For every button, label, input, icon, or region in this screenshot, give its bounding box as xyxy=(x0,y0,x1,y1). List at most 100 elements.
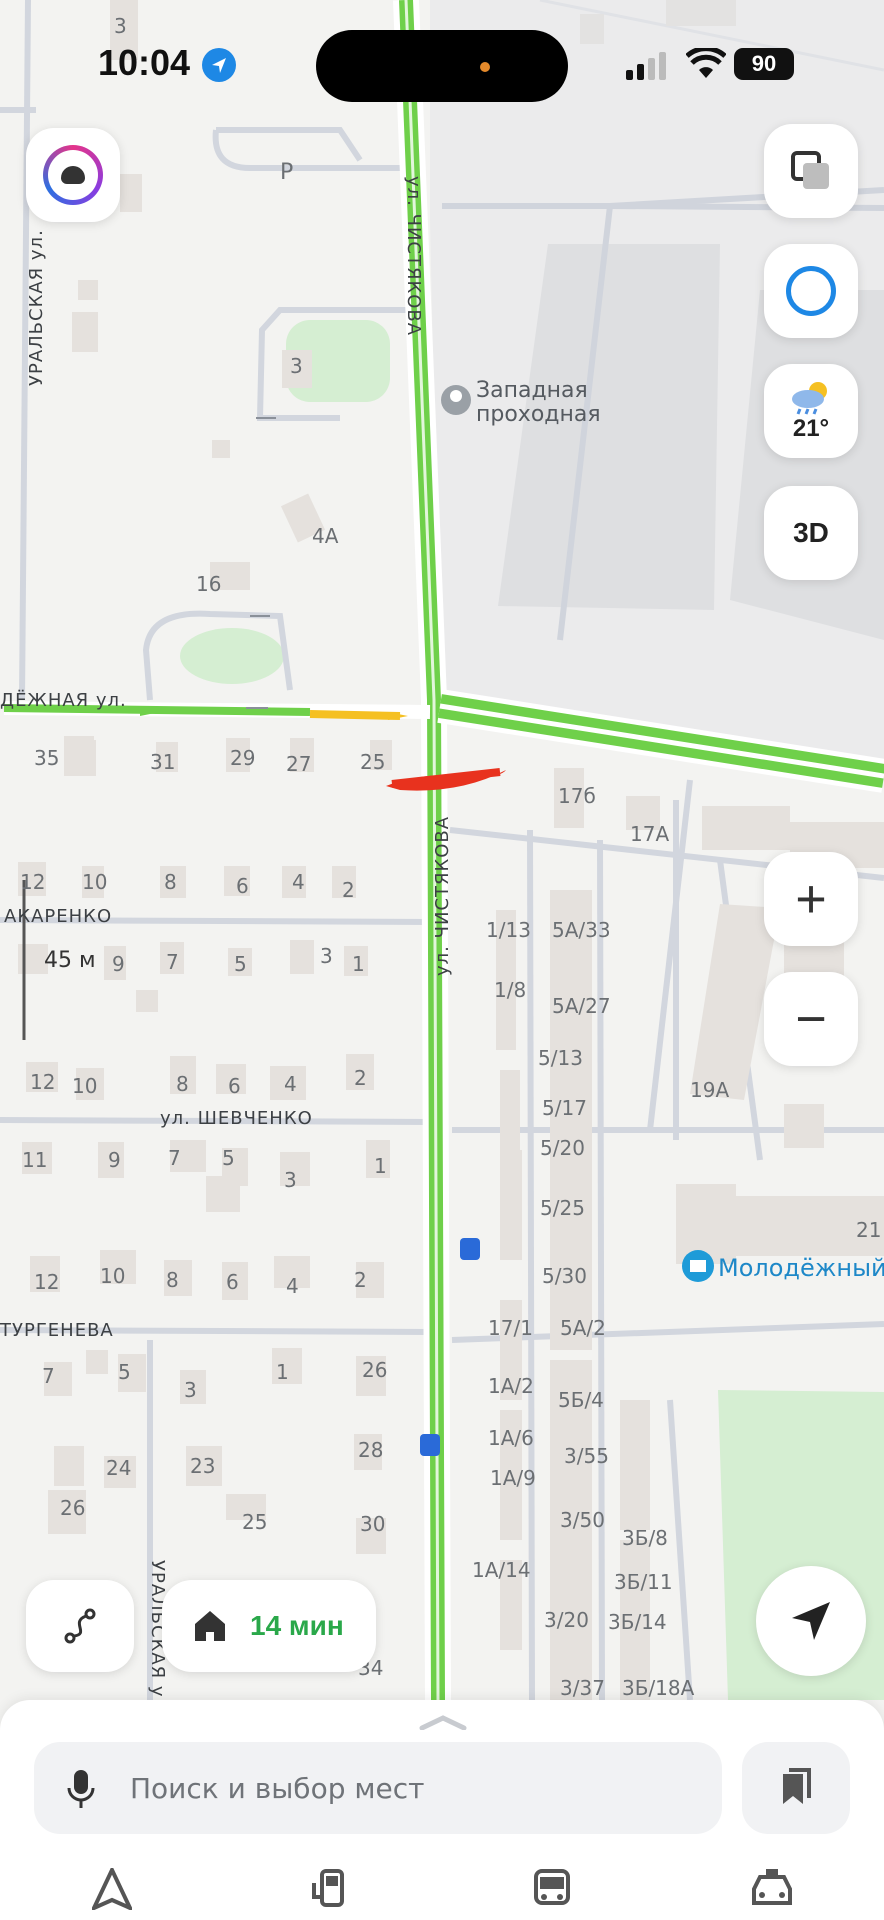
house-number: 3 xyxy=(290,354,303,378)
house-number: 3/37 xyxy=(560,1676,605,1700)
house-number: 4 xyxy=(284,1072,297,1096)
bookmarks-button[interactable] xyxy=(742,1742,850,1834)
tab-navigator[interactable] xyxy=(82,1864,142,1914)
house-number: 3 xyxy=(320,944,333,968)
house-number: 5/20 xyxy=(540,1136,585,1160)
bottom-panel: Поиск и выбор мест xyxy=(0,1700,884,1920)
house-number: 11 xyxy=(22,1148,48,1172)
house-number: 17б xyxy=(558,784,596,808)
weather-button[interactable]: 21° xyxy=(764,364,858,458)
house-number: 1/13 xyxy=(486,918,531,942)
house-number: 12 xyxy=(34,1270,60,1294)
route-eta: 14 мин xyxy=(250,1610,344,1641)
house-number: 26 xyxy=(60,1496,86,1520)
poi-label[interactable]: Западная xyxy=(476,378,588,403)
search-input[interactable]: Поиск и выбор мест xyxy=(34,1742,722,1834)
street-label-uralskaya: УРАЛЬСКАЯ ул. xyxy=(26,229,47,386)
cellular-signal-icon xyxy=(626,50,670,85)
house-number: 3 xyxy=(184,1378,197,1402)
house-number: 5/30 xyxy=(542,1264,587,1288)
house-number: 16 xyxy=(196,572,222,596)
tab-taxi[interactable] xyxy=(742,1864,802,1914)
house-number: 17/1 xyxy=(488,1316,533,1340)
house-number: 3Б/18А xyxy=(622,1676,695,1700)
house-number: 5/17 xyxy=(542,1096,587,1120)
house-number: 6 xyxy=(236,874,249,898)
house-number: 2 xyxy=(354,1066,367,1090)
house-number: 1А/6 xyxy=(488,1426,534,1450)
minus-icon: − xyxy=(795,989,827,1049)
wifi-icon xyxy=(685,46,727,85)
street-label-makarenko: АКАРЕНКО xyxy=(4,906,113,927)
house-number: 10 xyxy=(82,870,108,894)
house-number: 3 xyxy=(284,1168,297,1192)
tab-transport[interactable] xyxy=(522,1864,582,1914)
profile-button[interactable] xyxy=(26,128,120,222)
route-options-button[interactable] xyxy=(26,1580,134,1672)
3d-label: 3D xyxy=(793,517,829,548)
house-number: 21 xyxy=(856,1218,882,1242)
layers-button[interactable] xyxy=(764,124,858,218)
poi-label-molodezhny[interactable]: Молодёжный xyxy=(718,1254,884,1282)
house-number: 6 xyxy=(228,1074,241,1098)
dynamic-island xyxy=(316,30,568,102)
bus-stop-icon[interactable] xyxy=(420,1434,440,1456)
poi-label[interactable]: проходная xyxy=(476,402,601,427)
house-number: 4А xyxy=(312,524,339,548)
weather-icon xyxy=(792,382,827,415)
house-number: 3 xyxy=(114,14,127,38)
route-curve-icon xyxy=(64,1608,96,1644)
house-number: 9 xyxy=(112,952,125,976)
house-number: 5А/27 xyxy=(552,994,611,1018)
transport-tab-icon xyxy=(534,1869,570,1905)
house-number: 25 xyxy=(242,1510,268,1534)
search-placeholder: Поиск и выбор мест xyxy=(130,1772,425,1805)
house-number: 1А/9 xyxy=(490,1466,536,1490)
zoom-out-button[interactable]: − xyxy=(764,972,858,1066)
panel-handle[interactable] xyxy=(418,1714,468,1735)
3d-toggle-button[interactable]: 3D xyxy=(764,486,858,580)
tab-fuel[interactable] xyxy=(300,1864,360,1914)
house-number: 2 xyxy=(354,1268,367,1292)
house-number: 25 xyxy=(360,750,386,774)
battery-indicator: 90 xyxy=(734,48,794,80)
street-label-chistyakova: ул. ЧИСТЯКОВА xyxy=(403,176,424,337)
navigator-tab-icon xyxy=(92,1868,132,1910)
house-number: 1 xyxy=(276,1360,289,1384)
scale-label: 45 м xyxy=(44,948,96,973)
house-number: 30 xyxy=(360,1512,386,1536)
navigate-icon xyxy=(792,1602,830,1640)
house-number: 8 xyxy=(166,1268,179,1292)
house-number: 3Б/8 xyxy=(622,1526,668,1550)
fuel-tab-icon xyxy=(312,1869,344,1907)
house-number: 2 xyxy=(342,878,355,902)
house-number: 1/8 xyxy=(494,978,527,1002)
bookmarks-icon xyxy=(783,1768,811,1804)
house-number: 35 xyxy=(34,746,60,770)
home-route-card[interactable]: 14 мин xyxy=(162,1580,376,1672)
house-number: 10 xyxy=(100,1264,126,1288)
house-number: 4 xyxy=(292,870,305,894)
house-number: 19А xyxy=(690,1078,730,1102)
house-number: 1 xyxy=(352,952,365,976)
navigate-button[interactable] xyxy=(756,1566,866,1676)
house-number: 5/13 xyxy=(538,1046,583,1070)
mic-icon[interactable] xyxy=(66,1768,96,1810)
location-arrow-icon xyxy=(202,48,236,82)
home-icon xyxy=(195,1611,225,1641)
house-number: 12 xyxy=(20,870,46,894)
house-number: 28 xyxy=(358,1438,384,1462)
alice-icon xyxy=(786,266,836,316)
alice-assistant-button[interactable] xyxy=(764,244,858,338)
house-number: 3Б/14 xyxy=(608,1610,667,1634)
house-number: 6 xyxy=(226,1270,239,1294)
house-number: 29 xyxy=(230,746,256,770)
house-number: 3Б/11 xyxy=(614,1570,673,1594)
zoom-in-button[interactable]: + xyxy=(764,852,858,946)
street-label-molodezhnaya: ДЁЖНАЯ ул. xyxy=(0,690,127,711)
house-number: 8 xyxy=(176,1072,189,1096)
bus-stop-icon[interactable] xyxy=(460,1238,480,1260)
house-number: 4 xyxy=(286,1274,299,1298)
house-number: 10 xyxy=(72,1074,98,1098)
house-number: 27 xyxy=(286,752,312,776)
